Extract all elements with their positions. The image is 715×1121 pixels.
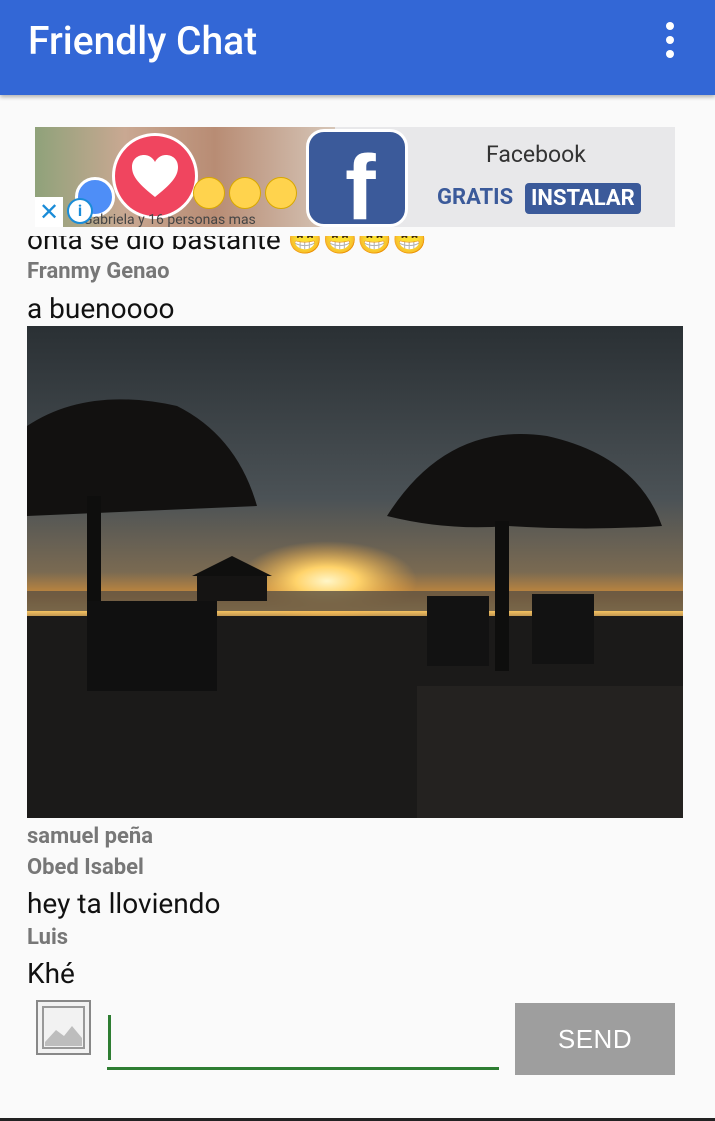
message-input[interactable] [107, 1008, 499, 1070]
haha-reaction-icon [193, 177, 225, 209]
sad-reaction-icon [265, 177, 297, 209]
add-image-icon [42, 1006, 85, 1049]
beach-sunset-photo [27, 326, 683, 818]
message-text: a buenoooo [27, 292, 175, 325]
message-composer: SEND [0, 990, 715, 1121]
message-list[interactable]: ohta se dio bastante 😁😁😁😁 Franmy Genao a… [0, 95, 715, 990]
love-reaction-icon [112, 133, 198, 219]
ad-free-label: GRATIS [437, 185, 514, 210]
app-title: Friendly Chat [28, 18, 258, 64]
facebook-logo-icon: f [306, 129, 408, 227]
ad-app-name: Facebook [486, 141, 586, 168]
message-sender: Obed Isabel [27, 855, 144, 880]
message-text: ohta se dio bastante 😁😁😁😁 [27, 223, 428, 256]
overflow-menu-button[interactable] [650, 18, 690, 62]
ad-info-icon[interactable]: i [67, 198, 93, 224]
send-button[interactable]: SEND [515, 1003, 675, 1075]
app-bar: Friendly Chat [0, 0, 715, 95]
message-sender: Franmy Genao [27, 259, 170, 284]
ad-install-button[interactable]: INSTALAR [525, 183, 641, 214]
add-image-button[interactable] [36, 1000, 91, 1055]
ad-close-icon[interactable]: ✕ [35, 197, 63, 227]
facebook-logo-letter: f [345, 137, 376, 227]
ad-caption: Gabriela y 16 personas mas [83, 212, 256, 227]
wow-reaction-icon [229, 177, 261, 209]
message-sender: Luis [27, 925, 69, 950]
more-vert-icon [666, 22, 674, 30]
message-text: Khé [27, 957, 75, 990]
text-cursor [108, 1015, 111, 1060]
ad-banner[interactable]: Gabriela y 16 personas mas ✕ i f Faceboo… [35, 127, 675, 227]
message-sender: samuel peña [27, 824, 153, 849]
message-image[interactable] [27, 326, 683, 818]
message-text: hey ta lloviendo [27, 887, 221, 920]
